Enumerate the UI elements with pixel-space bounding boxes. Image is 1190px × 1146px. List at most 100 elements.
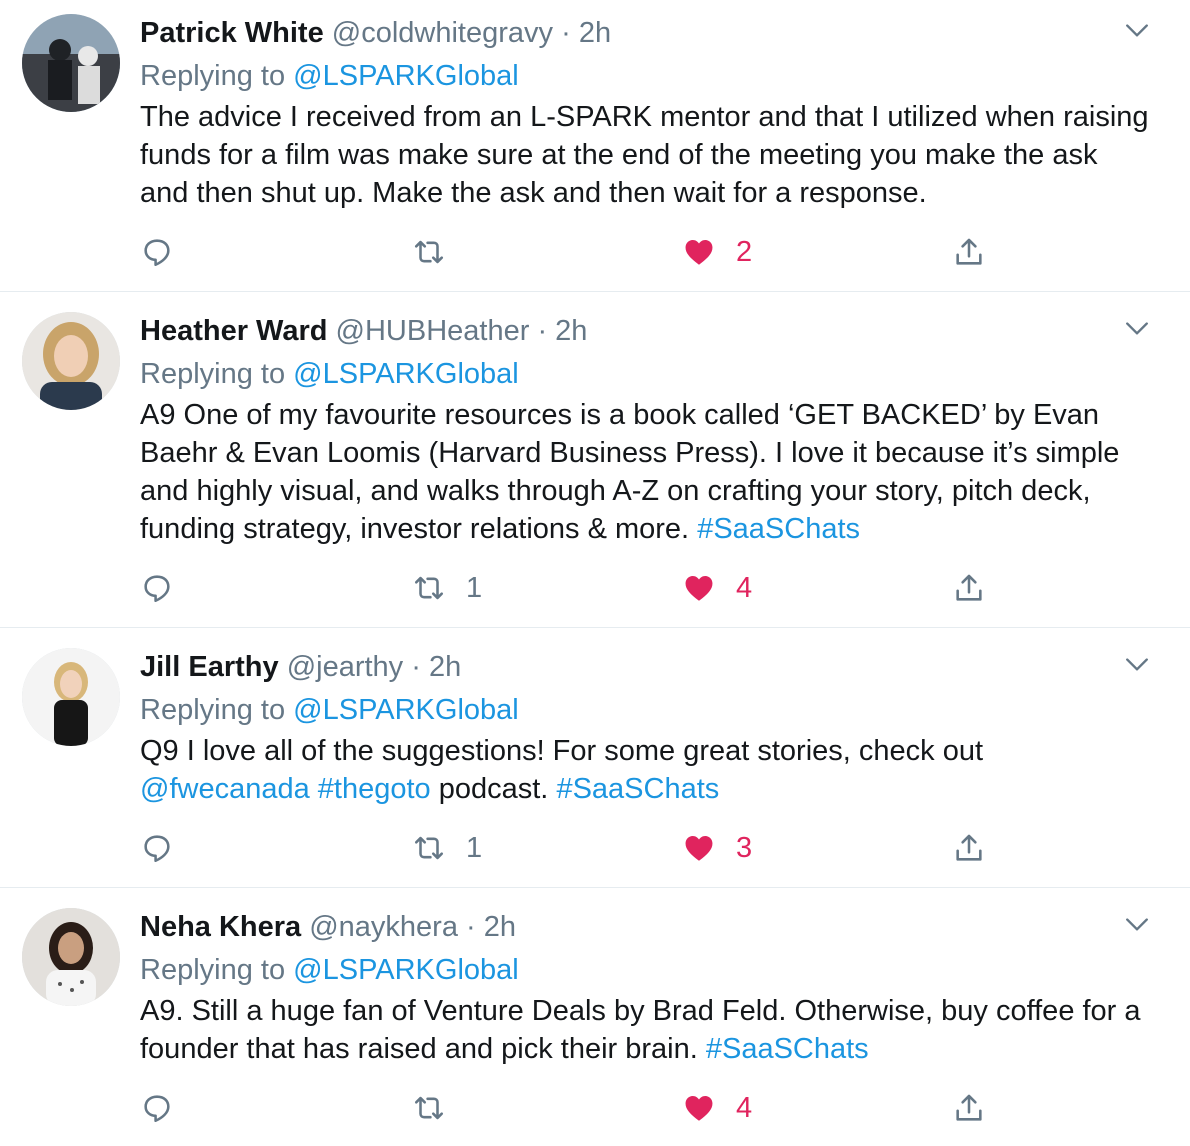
replying-prefix: Replying to: [140, 60, 286, 92]
tweet-actions: 1 4: [140, 568, 1000, 608]
avatar[interactable]: [22, 14, 120, 112]
hashtag-link[interactable]: #thegoto: [318, 773, 431, 805]
tweet-text-segment: The advice I received from an L-SPARK me…: [140, 101, 1149, 209]
tweet[interactable]: Jill Earthy @jearthy · 2h Replying to @L…: [0, 628, 1190, 888]
retweet-icon: [414, 576, 444, 600]
tweet-text: Q9 I love all of the suggestions! For so…: [140, 732, 1150, 808]
replying-to-link[interactable]: @LSPARKGlobal: [293, 358, 519, 390]
reply-icon: [144, 835, 170, 863]
hashtag-link[interactable]: #SaaSChats: [706, 1033, 869, 1065]
timestamp[interactable]: 2h: [429, 651, 461, 683]
hashtag-link[interactable]: #SaaSChats: [556, 773, 719, 805]
author-name[interactable]: Heather Ward: [140, 315, 327, 347]
retweet-button[interactable]: [412, 232, 466, 272]
tweet-actions: 1 3: [140, 828, 1000, 868]
like-button[interactable]: 2: [682, 232, 752, 272]
avatar-image: [22, 312, 120, 410]
chevron-down-icon[interactable]: [1124, 18, 1150, 44]
retweet-count: 1: [466, 571, 483, 604]
tweet-text: A9 One of my favourite resources is a bo…: [140, 396, 1150, 548]
tweet-text-segment: A9 One of my favourite resources is a bo…: [140, 399, 1120, 545]
timestamp[interactable]: 2h: [579, 17, 611, 49]
avatar-image: [22, 908, 120, 1006]
separator-dot: ·: [411, 651, 421, 683]
reply-icon: [144, 575, 170, 603]
retweet-icon: [414, 1096, 444, 1120]
avatar[interactable]: [22, 648, 120, 746]
heart-icon: [685, 1095, 713, 1121]
tweet-text-segment: A9. Still a huge fan of Venture Deals by…: [140, 995, 1141, 1065]
replying-prefix: Replying to: [140, 954, 286, 986]
share-button[interactable]: [952, 232, 986, 272]
heart-icon: [685, 835, 713, 861]
hashtag-link[interactable]: #SaaSChats: [697, 513, 860, 545]
replying-to-link[interactable]: @LSPARKGlobal: [293, 60, 519, 92]
avatar-image: [22, 648, 120, 746]
separator-dot: ·: [561, 17, 571, 49]
timestamp[interactable]: 2h: [484, 911, 516, 943]
share-icon: [956, 834, 982, 861]
chevron-down-icon[interactable]: [1124, 316, 1150, 342]
retweet-button[interactable]: [412, 1088, 466, 1128]
reply-button[interactable]: [140, 828, 174, 868]
reply-button[interactable]: [140, 232, 174, 272]
tweet-text: A9. Still a huge fan of Venture Deals by…: [140, 992, 1150, 1068]
like-count: 4: [736, 571, 753, 604]
share-button[interactable]: [952, 1088, 986, 1128]
reply-button[interactable]: [140, 568, 174, 608]
like-button[interactable]: 4: [682, 1088, 752, 1128]
author-handle[interactable]: @naykhera: [309, 911, 458, 943]
avatar[interactable]: [22, 908, 120, 1006]
replying-prefix: Replying to: [140, 358, 286, 390]
reply-button[interactable]: [140, 1088, 174, 1128]
separator-dot: ·: [466, 911, 476, 943]
replying-prefix: Replying to: [140, 694, 286, 726]
heart-icon: [685, 239, 713, 265]
avatar[interactable]: [22, 312, 120, 410]
tweet-text-segment: Q9 I love all of the suggestions! For so…: [140, 735, 984, 767]
chevron-down-icon[interactable]: [1124, 652, 1150, 678]
author-name[interactable]: Neha Khera: [140, 911, 301, 943]
author-name[interactable]: Jill Earthy: [140, 651, 279, 683]
author-handle[interactable]: @jearthy: [287, 651, 403, 683]
tweet[interactable]: Neha Khera @naykhera · 2h Replying to @L…: [0, 888, 1190, 1146]
share-button[interactable]: [952, 828, 986, 868]
share-icon: [956, 1094, 982, 1121]
like-button[interactable]: 4: [682, 568, 752, 608]
like-count: 2: [736, 235, 753, 268]
tweet[interactable]: Patrick White @coldwhitegravy · 2h Reply…: [0, 0, 1190, 292]
reply-icon: [144, 1095, 170, 1123]
heart-icon: [685, 575, 713, 601]
chevron-down-icon[interactable]: [1124, 912, 1150, 938]
like-count: 4: [736, 1091, 753, 1124]
retweet-icon: [414, 836, 444, 860]
mention-link[interactable]: @fwecanada: [140, 773, 310, 805]
replying-to: Replying to @LSPARKGlobal: [140, 354, 1150, 394]
author-handle[interactable]: @coldwhitegravy: [332, 17, 553, 49]
like-count: 3: [736, 831, 753, 864]
share-icon: [956, 574, 982, 601]
replying-to: Replying to @LSPARKGlobal: [140, 950, 1150, 990]
tweet-text: The advice I received from an L-SPARK me…: [140, 98, 1150, 212]
retweet-icon: [414, 240, 444, 264]
replying-to: Replying to @LSPARKGlobal: [140, 56, 1150, 96]
author-handle[interactable]: @HUBHeather: [336, 315, 530, 347]
tweet[interactable]: Heather Ward @HUBHeather · 2h Replying t…: [0, 292, 1190, 628]
tweet-actions: 4: [140, 1088, 1000, 1128]
timestamp[interactable]: 2h: [555, 315, 587, 347]
tweet-text-segment: podcast.: [438, 773, 549, 805]
separator-dot: ·: [537, 315, 548, 347]
share-button[interactable]: [952, 568, 986, 608]
retweet-button[interactable]: 1: [412, 568, 482, 608]
retweet-count: 1: [466, 831, 483, 864]
reply-icon: [144, 239, 170, 267]
author-name[interactable]: Patrick White: [140, 17, 324, 49]
replying-to-link[interactable]: @LSPARKGlobal: [293, 694, 519, 726]
like-button[interactable]: 3: [682, 828, 752, 868]
share-icon: [956, 238, 982, 265]
tweet-actions: 2: [140, 232, 1000, 272]
replying-to: Replying to @LSPARKGlobal: [140, 690, 1150, 730]
avatar-image: [22, 14, 120, 112]
replying-to-link[interactable]: @LSPARKGlobal: [293, 954, 519, 986]
retweet-button[interactable]: 1: [412, 828, 482, 868]
